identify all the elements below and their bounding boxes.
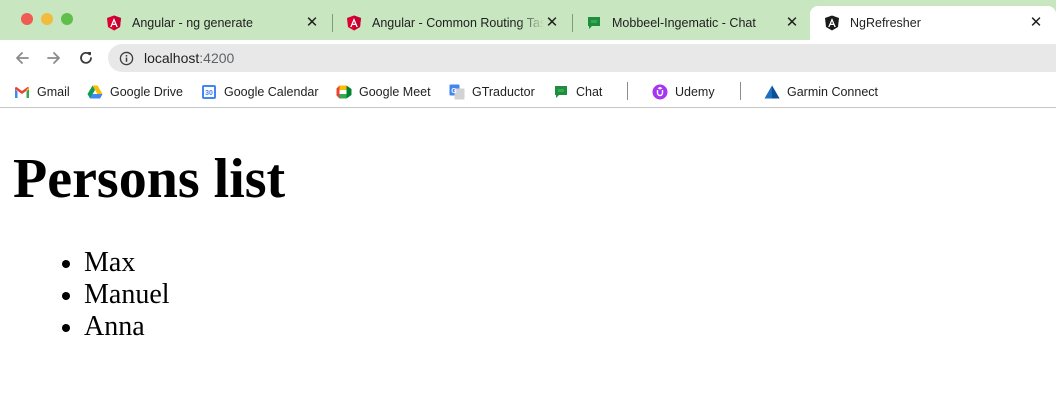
svg-text:G: G <box>451 88 457 95</box>
reload-button[interactable] <box>76 48 96 68</box>
bookmark-udemy[interactable]: Udemy <box>652 81 715 103</box>
tab-title: Mobbeel-Ingematic - Chat <box>612 16 756 30</box>
google-chat-icon <box>586 15 602 31</box>
zoom-window-button[interactable] <box>61 13 73 25</box>
bookmark-google-drive[interactable]: Google Drive <box>87 81 183 103</box>
bookmark-label: Chat <box>576 85 603 99</box>
bookmark-separator <box>627 82 628 100</box>
bookmarks-bar: Gmail Google Drive 30 Google Calendar Go… <box>0 76 1056 108</box>
tab-strip: Angular - ng generate ✕ Angular - Common… <box>0 0 1056 40</box>
page-content: Persons list Max Manuel Anna <box>0 109 1056 400</box>
tab-angular-common-routing[interactable]: Angular - Common Routing Tasks ✕ <box>332 6 572 40</box>
bookmark-google-calendar[interactable]: 30 Google Calendar <box>201 81 319 103</box>
close-tab-icon[interactable]: ✕ <box>784 15 800 31</box>
person-list-item: Max <box>62 247 170 279</box>
minimize-window-button[interactable] <box>41 13 53 25</box>
google-calendar-icon: 30 <box>201 84 217 100</box>
gmail-icon <box>14 84 30 100</box>
bookmark-garmin-connect[interactable]: Garmin Connect <box>764 81 878 103</box>
bookmark-separator <box>740 82 741 100</box>
tab-ngrefresher[interactable]: NgRefresher ✕ <box>810 6 1056 40</box>
close-tab-icon[interactable]: ✕ <box>1028 15 1044 31</box>
bookmark-gmail[interactable]: Gmail <box>14 81 70 103</box>
google-drive-icon <box>87 84 103 100</box>
person-list-item: Anna <box>62 311 170 343</box>
url-port: :4200 <box>199 50 235 66</box>
back-button[interactable] <box>12 48 32 68</box>
persons-list: Max Manuel Anna <box>62 247 170 343</box>
bookmark-label: Gmail <box>37 85 70 99</box>
garmin-icon <box>764 84 780 100</box>
url-host: localhost <box>144 50 200 66</box>
angular-black-icon <box>824 15 840 31</box>
bookmark-label: Udemy <box>675 85 715 99</box>
angular-red-icon <box>106 15 122 31</box>
udemy-icon <box>652 84 668 100</box>
google-meet-icon <box>336 84 352 100</box>
bookmark-label: GTraductor <box>472 85 535 99</box>
calendar-day-text: 30 <box>205 90 213 97</box>
bookmark-label: Google Calendar <box>224 85 319 99</box>
tab-title: Angular - Common Routing Tasks <box>372 16 544 30</box>
person-list-item: Manuel <box>62 279 170 310</box>
bookmark-gtraductor[interactable]: G GTraductor <box>449 81 535 103</box>
reload-icon <box>80 51 92 64</box>
tab-title: NgRefresher <box>850 16 921 30</box>
tab-mobbeel-chat[interactable]: Mobbeel-Ingematic - Chat ✕ <box>572 6 812 40</box>
close-tab-icon[interactable]: ✕ <box>304 15 320 31</box>
bookmark-label: Garmin Connect <box>787 85 879 99</box>
google-translate-icon: G <box>449 84 465 100</box>
address-bar[interactable]: localhost:4200 <box>108 44 1056 72</box>
browser-toolbar: localhost:4200 <box>0 40 1056 76</box>
close-tab-icon[interactable]: ✕ <box>544 15 560 31</box>
site-info-icon[interactable] <box>118 50 134 66</box>
tab-angular-ng-generate[interactable]: Angular - ng generate ✕ <box>92 6 332 40</box>
page-title: Persons list <box>13 148 286 210</box>
bookmark-google-meet[interactable]: Google Meet <box>336 81 431 103</box>
bookmark-label: Google Drive <box>110 85 183 99</box>
forward-button[interactable] <box>44 48 64 68</box>
angular-red-icon <box>346 15 362 31</box>
url-text: localhost:4200 <box>144 50 234 66</box>
tab-title: Angular - ng generate <box>132 16 253 30</box>
bookmark-label: Google Meet <box>359 85 431 99</box>
close-window-button[interactable] <box>21 13 33 25</box>
arrow-left-icon <box>16 52 29 64</box>
bookmark-chat[interactable]: Chat <box>553 81 602 103</box>
arrow-right-icon <box>47 52 60 64</box>
google-chat-icon <box>553 84 569 100</box>
